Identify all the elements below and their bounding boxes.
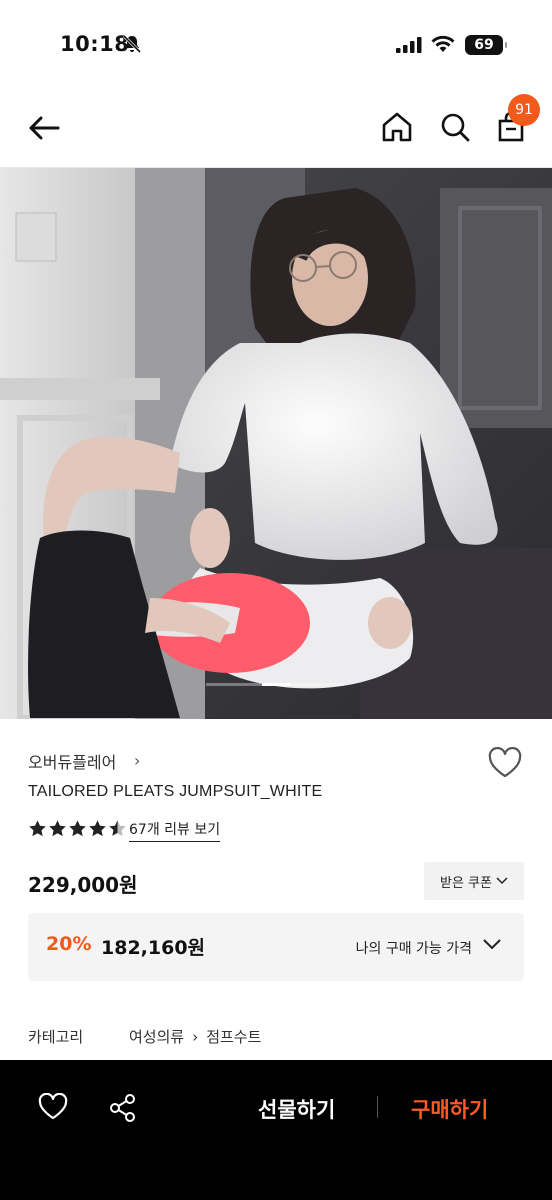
heart-icon[interactable] (487, 747, 523, 779)
cart-count-badge: 91 (508, 94, 540, 126)
category-breadcrumb: 여성의류 › 점프수트 (129, 1026, 261, 1047)
search-icon[interactable] (438, 110, 472, 144)
review-link[interactable]: 67개 리뷰 보기 (129, 819, 221, 842)
image-page-indicator-active (262, 683, 290, 686)
gift-button[interactable]: 선물하기 (258, 1094, 335, 1124)
star-icon (29, 820, 46, 837)
buy-button[interactable]: 구매하기 (411, 1094, 488, 1124)
coupon-label: 받은 쿠폰 (440, 875, 492, 891)
home-icon[interactable] (380, 110, 414, 144)
arrow-left-icon[interactable] (26, 110, 62, 146)
chevron-down-icon[interactable] (482, 937, 502, 951)
wifi-icon (431, 35, 455, 52)
rating-stars (28, 819, 127, 838)
chevron-right-icon: › (192, 1027, 199, 1046)
star-half-icon (109, 820, 126, 837)
signal-icon (396, 37, 422, 53)
original-price: 229,000원 (28, 873, 138, 897)
star-icon (49, 820, 66, 837)
chevron-down-icon (496, 877, 508, 885)
image-page-indicator (206, 683, 344, 686)
battery-icon: 69 (465, 35, 507, 55)
status-bar: 10:18 69 (0, 0, 552, 86)
divider (377, 1096, 378, 1118)
category-level1[interactable]: 여성의류 (129, 1026, 184, 1047)
discount-price-panel[interactable]: 20% 182,160원 나의 구매 가능 가격 (28, 913, 524, 981)
share-icon[interactable] (108, 1093, 138, 1123)
discount-price: 182,160원 (101, 937, 206, 959)
brand-name[interactable]: 오버듀플레어 (28, 749, 116, 773)
product-photo (0, 168, 552, 719)
bottom-action-bar: 선물하기 구매하기 (0, 1060, 552, 1200)
category-label: 카테고리 (28, 1028, 84, 1046)
chevron-right-icon[interactable]: › (134, 751, 140, 770)
bell-slash-icon (122, 34, 142, 54)
product-image[interactable] (0, 168, 552, 719)
top-nav: 91 (0, 86, 552, 168)
heart-icon[interactable] (38, 1093, 68, 1121)
category-level2[interactable]: 점프수트 (206, 1026, 261, 1047)
status-time: 10:18 (60, 32, 130, 56)
star-icon (89, 820, 106, 837)
coupon-button[interactable]: 받은 쿠폰 (424, 862, 524, 900)
star-icon (69, 820, 86, 837)
discount-rate: 20% (46, 933, 92, 955)
product-name: TAILORED PLEATS JUMPSUIT_WHITE (28, 783, 323, 800)
my-price-label: 나의 구매 가능 가격 (355, 941, 472, 957)
